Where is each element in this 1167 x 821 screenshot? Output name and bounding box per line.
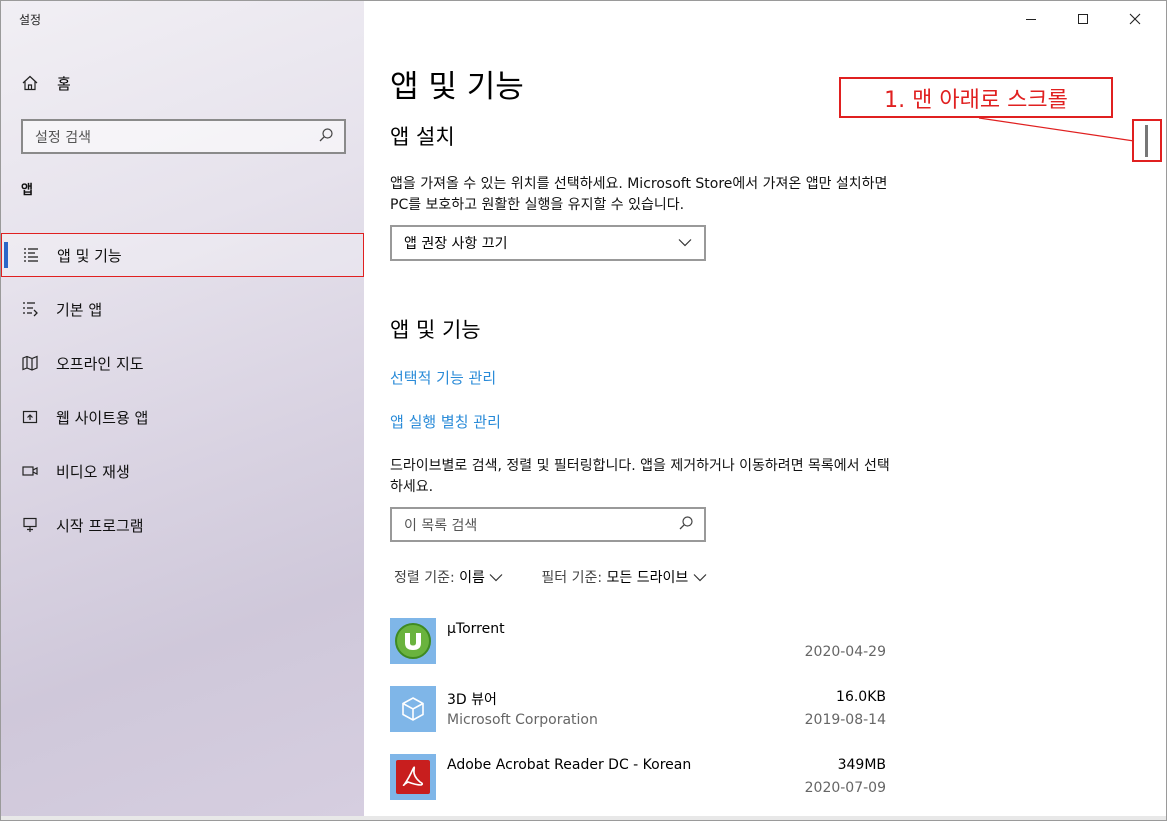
sort-label: 정렬 기준: <box>394 570 455 586</box>
settings-search-input[interactable]: 설정 검색 <box>21 119 346 154</box>
app-publisher: Microsoft Corporation <box>447 712 598 728</box>
sidebar-item-offline-maps[interactable]: 오프라인 지도 <box>1 341 364 385</box>
install-description: 앱을 가져올 수 있는 위치를 선택하세요. Microsoft Store에서… <box>390 176 888 213</box>
sidebar-item-video-playback[interactable]: 비디오 재생 <box>1 449 364 493</box>
app-name: 3D 뷰어 <box>447 692 497 708</box>
acrobat-icon <box>390 754 436 800</box>
main-content: 앱 및 기능 앱 설치 앱을 가져올 수 있는 위치를 선택하세요. Micro… <box>364 1 1166 820</box>
search-placeholder: 설정 검색 <box>35 129 91 146</box>
utorrent-icon <box>390 618 436 664</box>
install-source-dropdown[interactable]: 앱 권장 사항 끄기 <box>390 225 706 261</box>
optional-features-link[interactable]: 선택적 기능 관리 <box>390 367 496 388</box>
close-button[interactable] <box>1122 9 1148 29</box>
sort-filter-row: 정렬 기준: 이름 필터 기준: 모든 드라이브 <box>394 567 707 587</box>
chevron-down-icon <box>678 235 692 251</box>
sidebar-nav: 앱 및 기능 기본 앱 오프라인 지도 웹 사이트용 앱 비디오 재생 시작 프… <box>1 233 364 557</box>
3d-viewer-icon <box>390 686 436 732</box>
app-name: Adobe Acrobat Reader DC - Korean <box>447 757 692 773</box>
offline-maps-icon <box>21 354 39 372</box>
sidebar-home[interactable]: 홈 <box>21 71 71 95</box>
home-icon <box>21 74 41 92</box>
default-apps-icon <box>21 300 39 318</box>
sidebar-item-default-apps[interactable]: 기본 앱 <box>1 287 364 331</box>
sort-dropdown[interactable]: 정렬 기준: 이름 <box>394 567 503 587</box>
app-list-search-input[interactable]: 이 목록 검색 <box>390 507 706 542</box>
sort-value: 이름 <box>459 570 485 586</box>
window-controls <box>1018 9 1148 29</box>
home-label: 홈 <box>57 74 71 93</box>
features-description: 드라이브별로 검색, 정렬 및 필터링합니다. 앱을 제거하거나 이동하려면 목… <box>390 458 890 495</box>
sidebar-item-startup[interactable]: 시작 프로그램 <box>1 503 364 547</box>
maximize-button[interactable] <box>1070 9 1096 29</box>
sidebar-item-label: 기본 앱 <box>56 300 103 319</box>
minimize-button[interactable] <box>1018 9 1044 29</box>
search-icon <box>318 127 334 147</box>
settings-window: 설정 홈 설정 검색 앱 앱 및 기능 기본 앱 오프라인 지도 웹 사이트용 … <box>0 0 1167 821</box>
filter-dropdown[interactable]: 필터 기준: 모든 드라이브 <box>541 567 707 587</box>
app-list: µTorrent 2020-04-29 3D 뷰어 Microsoft Corp… <box>390 613 886 817</box>
bottom-strip <box>1 816 1166 820</box>
page-title: 앱 및 기능 <box>390 69 524 105</box>
apps-features-icon <box>22 246 40 264</box>
sidebar-item-label: 비디오 재생 <box>56 462 130 481</box>
app-size: 16.0KB <box>836 689 886 705</box>
install-heading: 앱 설치 <box>390 125 455 149</box>
apps-for-websites-icon <box>21 408 39 426</box>
chevron-down-icon <box>693 570 707 586</box>
features-heading: 앱 및 기능 <box>390 318 481 342</box>
startup-icon <box>21 516 39 534</box>
window-title: 설정 <box>19 13 42 27</box>
sidebar-item-label: 웹 사이트용 앱 <box>56 408 149 427</box>
sidebar: 설정 홈 설정 검색 앱 앱 및 기능 기본 앱 오프라인 지도 웹 사이트용 … <box>1 1 364 820</box>
app-date: 2019-08-14 <box>804 712 886 728</box>
sidebar-item-label: 오프라인 지도 <box>56 354 144 373</box>
chevron-down-icon <box>489 570 503 586</box>
dropdown-value: 앱 권장 사항 끄기 <box>404 236 508 252</box>
app-date: 2020-07-09 <box>804 780 886 796</box>
sidebar-item-label: 시작 프로그램 <box>56 516 144 535</box>
search-icon <box>678 515 694 535</box>
filter-value: 모든 드라이브 <box>606 570 689 586</box>
list-item[interactable]: 3D 뷰어 Microsoft Corporation 16.0KB 2019-… <box>390 681 886 749</box>
list-item[interactable]: Adobe Acrobat Reader DC - Korean 349MB 2… <box>390 749 886 817</box>
annotation-callout: 1. 맨 아래로 스크롤 <box>839 77 1113 118</box>
section-label-apps: 앱 <box>21 183 33 198</box>
sidebar-item-apps-features[interactable]: 앱 및 기능 <box>1 233 364 277</box>
sidebar-item-apps-for-websites[interactable]: 웹 사이트용 앱 <box>1 395 364 439</box>
scrollbar-highlight <box>1132 119 1162 162</box>
app-alias-link[interactable]: 앱 실행 별칭 관리 <box>390 411 501 432</box>
filter-label: 필터 기준: <box>541 570 603 586</box>
app-name: µTorrent <box>447 621 505 637</box>
sidebar-item-label: 앱 및 기능 <box>57 246 122 265</box>
app-date: 2020-04-29 <box>804 644 886 660</box>
search-placeholder: 이 목록 검색 <box>404 517 478 534</box>
video-playback-icon <box>21 462 39 480</box>
list-item[interactable]: µTorrent 2020-04-29 <box>390 613 886 681</box>
app-size: 349MB <box>837 757 886 773</box>
